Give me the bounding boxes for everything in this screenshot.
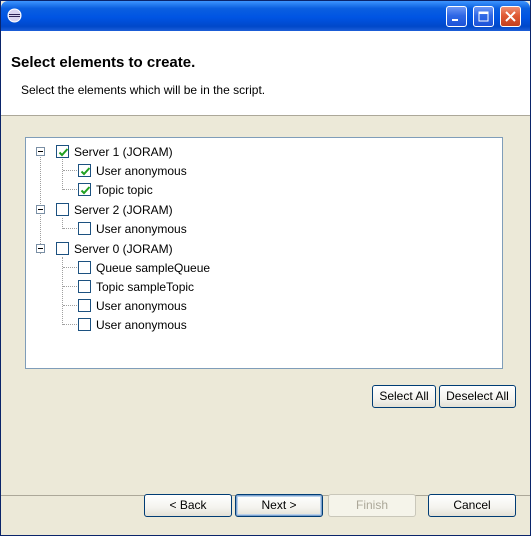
tree-branch-line — [63, 189, 77, 190]
wizard-window: Select elements to create. Select the el… — [0, 0, 531, 536]
minimize-button[interactable] — [446, 6, 467, 27]
collapse-toggle[interactable] — [36, 147, 45, 156]
tree-branch-line — [63, 286, 77, 287]
page-title: Select elements to create. — [11, 54, 196, 71]
checkbox-server-1[interactable] — [56, 145, 69, 158]
close-icon — [505, 11, 516, 22]
eclipse-app-icon — [7, 8, 22, 23]
tree-label-user-anonymous: User anonymous — [96, 222, 187, 236]
maximize-button[interactable] — [473, 6, 494, 27]
finish-button[interactable]: Finish — [328, 494, 416, 517]
select-all-button[interactable]: Select All — [372, 385, 436, 408]
tree-label-queue-samplequeue: Queue sampleQueue — [96, 261, 211, 275]
tree-branch-line — [62, 159, 63, 190]
tree-label-server-2: Server 2 (JORAM) — [74, 203, 173, 217]
tree-label-user-anonymous: User anonymous — [96, 299, 187, 313]
minimize-icon — [452, 19, 458, 21]
elements-tree[interactable]: Server 1 (JORAM) User anonymous Topic to… — [25, 137, 503, 369]
collapse-toggle[interactable] — [36, 244, 45, 253]
checkbox-user-anonymous[interactable] — [78, 299, 91, 312]
checkbox-user-anonymous[interactable] — [78, 222, 91, 235]
tree-branch-line — [63, 267, 77, 268]
checkbox-topic-topic[interactable] — [78, 183, 91, 196]
check-icon — [58, 148, 69, 157]
tree-label-topic-sampletopic: Topic sampleTopic — [96, 280, 195, 294]
checkbox-user-anonymous[interactable] — [78, 318, 91, 331]
tree-label-topic-topic: Topic topic — [96, 183, 153, 197]
checkbox-queue-samplequeue[interactable] — [78, 261, 91, 274]
checkbox-server-2[interactable] — [56, 203, 69, 216]
tree-branch-line — [63, 305, 77, 306]
checkbox-topic-sampletopic[interactable] — [78, 280, 91, 293]
maximize-icon — [478, 11, 489, 22]
wizard-header: Select elements to create. Select the el… — [1, 31, 530, 116]
tree-label-server-0: Server 0 (JORAM) — [74, 242, 173, 256]
check-icon — [80, 186, 91, 195]
tree-label-server-1: Server 1 (JORAM) — [74, 145, 173, 159]
next-button[interactable]: Next > — [235, 494, 323, 517]
deselect-all-button[interactable]: Deselect All — [439, 385, 516, 408]
tree-branch-line — [63, 324, 77, 325]
checkbox-user-anonymous[interactable] — [78, 164, 91, 177]
page-description: Select the elements which will be in the… — [21, 83, 266, 97]
close-button[interactable] — [500, 6, 521, 27]
title-bar[interactable] — [1, 1, 530, 31]
tree-label-user-anonymous: User anonymous — [96, 318, 187, 332]
cancel-button[interactable]: Cancel — [428, 494, 516, 517]
checkbox-server-0[interactable] — [56, 242, 69, 255]
back-button[interactable]: < Back — [144, 494, 232, 517]
tree-label-user-anonymous: User anonymous — [96, 164, 187, 178]
collapse-toggle[interactable] — [36, 205, 45, 214]
check-icon — [80, 167, 91, 176]
tree-branch-line — [63, 228, 77, 229]
tree-branch-line — [63, 170, 77, 171]
